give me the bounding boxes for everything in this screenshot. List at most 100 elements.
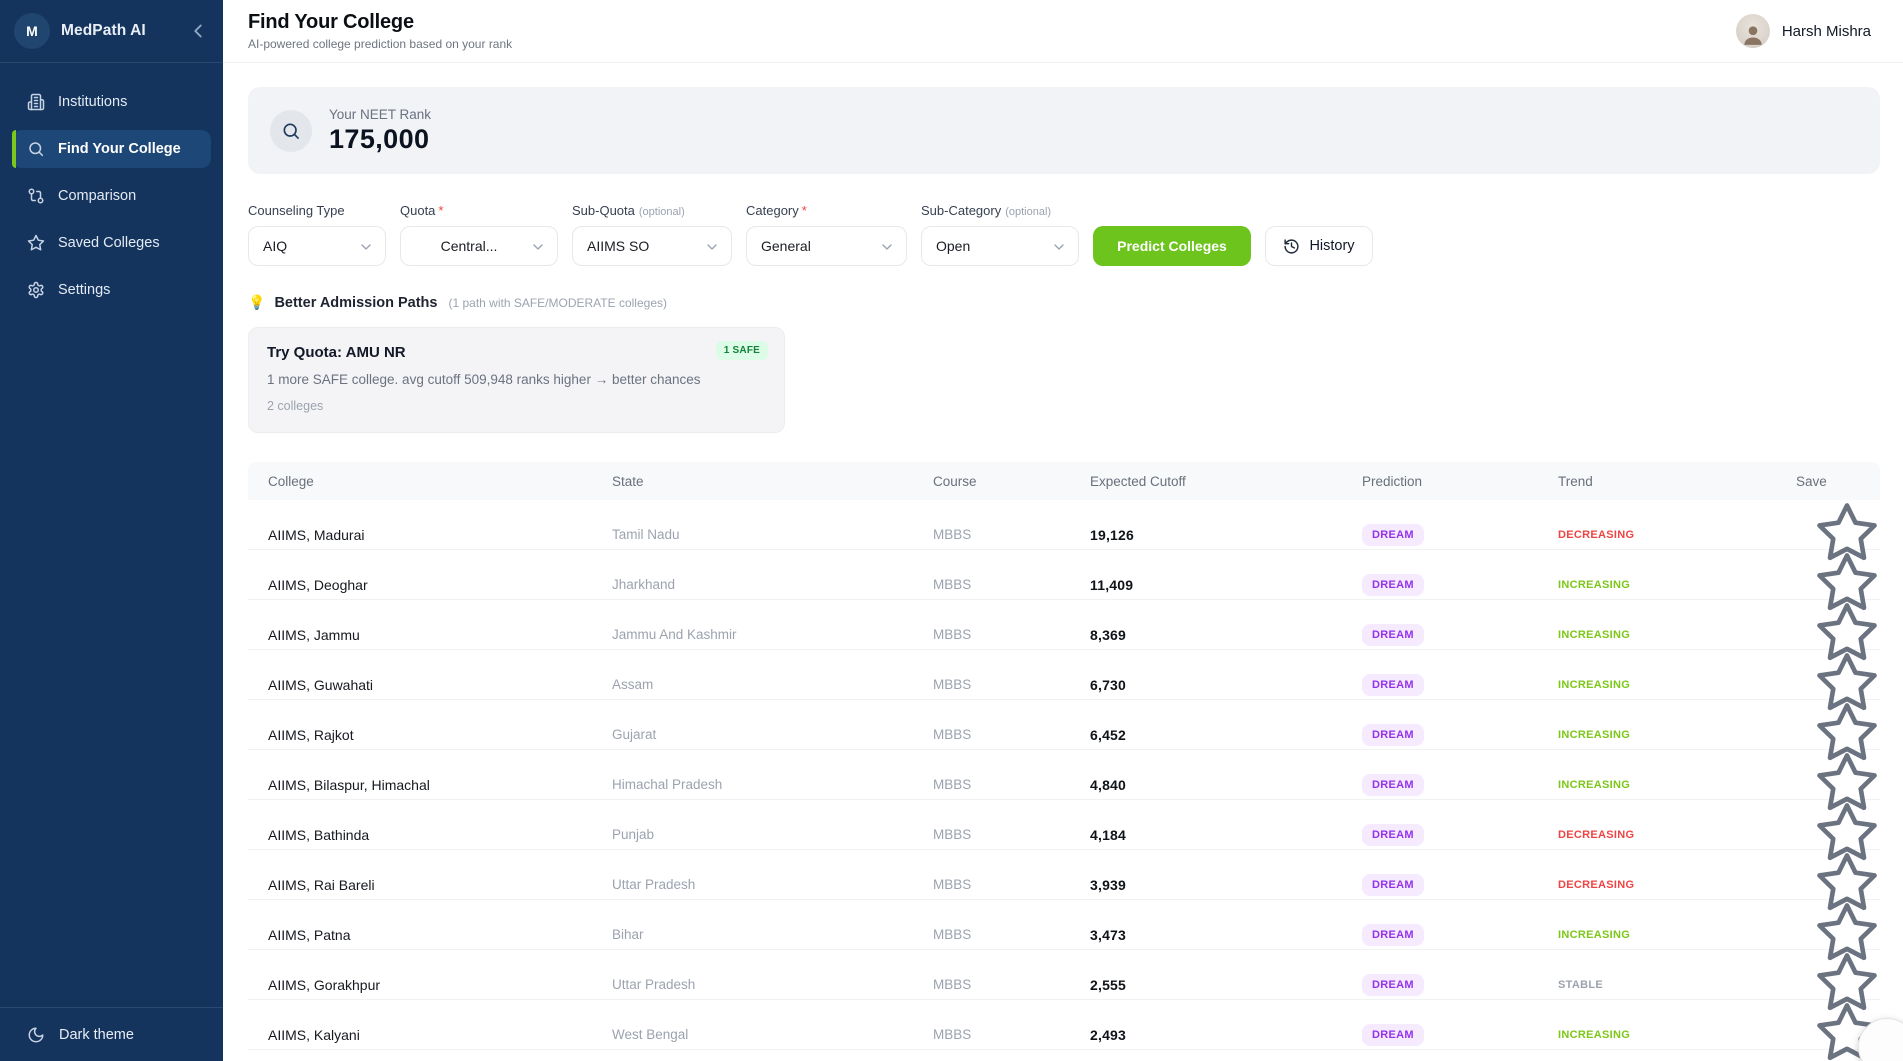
sidebar-collapse-button[interactable] [187, 20, 209, 42]
college-course: MBBS [933, 1027, 1090, 1042]
col-header-expected-cutoff: Expected Cutoff [1090, 474, 1362, 489]
filter-label-sub-quota: Sub-Quota(optional) [572, 203, 732, 218]
history-icon [1283, 238, 1300, 255]
college-course: MBBS [933, 527, 1090, 542]
filters-row: Counseling Type AIQ Quota*Central... Sub-Qu… [248, 203, 1880, 266]
college-course: MBBS [933, 627, 1090, 642]
college-state: Bihar [612, 927, 933, 942]
page-subtitle: AI-powered college prediction based on y… [248, 37, 512, 51]
star-icon [27, 234, 45, 252]
history-button[interactable]: History [1265, 226, 1373, 266]
trend-label: INCREASING [1558, 1029, 1796, 1041]
sidebar-item-settings[interactable]: Settings [12, 271, 211, 309]
college-course: MBBS [933, 927, 1090, 942]
optional-note: (optional) [1005, 206, 1051, 218]
quota-select[interactable]: Central... [400, 226, 558, 266]
college-name: AIIMS, Madurai [248, 527, 612, 543]
college-state: Himachal Pradesh [612, 777, 933, 792]
compare-icon [27, 187, 45, 205]
college-course: MBBS [933, 977, 1090, 992]
table-row[interactable]: AIIMS, Madurai Tamil Nadu MBBS 19,126 DR… [248, 500, 1880, 550]
sub-category-select[interactable]: Open [921, 226, 1079, 266]
expected-cutoff: 3,939 [1090, 877, 1362, 893]
content: Your NEET Rank 175,000 Counseling Type AI… [223, 63, 1903, 1050]
college-course: MBBS [933, 677, 1090, 692]
filter-label-sub-category: Sub-Category(optional) [921, 203, 1079, 218]
filter-field-quota: Quota*Central... [400, 203, 558, 266]
sidebar: M MedPath AI Institutions Find Your Coll… [0, 0, 223, 1061]
expected-cutoff: 4,184 [1090, 827, 1362, 843]
college-course: MBBS [933, 777, 1090, 792]
gear-icon [27, 281, 45, 299]
table-row[interactable]: AIIMS, Gorakhpur Uttar Pradesh MBBS 2,55… [248, 950, 1880, 1000]
page-title: Find Your College [248, 11, 512, 34]
expected-cutoff: 8,369 [1090, 627, 1362, 643]
sidebar-nav: Institutions Find Your College Compariso… [0, 63, 223, 1007]
prediction-badge: DREAM [1362, 724, 1424, 746]
suggestion-description: 1 more SAFE college. avg cutoff 509,948 … [267, 372, 766, 387]
moon-icon [27, 1026, 45, 1044]
college-name: AIIMS, Bilaspur, Himachal [248, 777, 612, 793]
sidebar-item-saved-colleges[interactable]: Saved Colleges [12, 224, 211, 262]
optional-note: (optional) [639, 206, 685, 218]
sidebar-header: M MedPath AI [0, 0, 223, 63]
chevron-down-icon [358, 239, 374, 255]
college-state: Uttar Pradesh [612, 977, 933, 992]
sidebar-item-find-your-college[interactable]: Find Your College [12, 130, 211, 168]
rank-label: Your NEET Rank [329, 107, 431, 122]
trend-label: INCREASING [1558, 679, 1796, 691]
predict-colleges-button[interactable]: Predict Colleges [1093, 226, 1251, 266]
college-name: AIIMS, Kalyani [248, 1027, 612, 1043]
trend-label: STABLE [1558, 979, 1796, 991]
person-icon [1740, 21, 1766, 47]
college-state: Uttar Pradesh [612, 877, 933, 892]
safe-count-badge: 1 SAFE [716, 341, 768, 360]
table-row[interactable]: AIIMS, Patna Bihar MBBS 3,473 DREAM INCR… [248, 900, 1880, 950]
trend-label: DECREASING [1558, 879, 1796, 891]
table-row[interactable]: AIIMS, Rai Bareli Uttar Pradesh MBBS 3,9… [248, 850, 1880, 900]
select-value: General [761, 238, 811, 254]
college-state: Punjab [612, 827, 933, 842]
expected-cutoff: 3,473 [1090, 927, 1362, 943]
table-row[interactable]: AIIMS, Bathinda Punjab MBBS 4,184 DREAM … [248, 800, 1880, 850]
suggestion-colleges-count: 2 colleges [267, 399, 766, 413]
sub-quota-select[interactable]: AIIMS SO [572, 226, 732, 266]
table-row[interactable]: AIIMS, Guwahati Assam MBBS 6,730 DREAM I… [248, 650, 1880, 700]
sidebar-item-institutions[interactable]: Institutions [12, 83, 211, 121]
table-row[interactable]: AIIMS, Kalyani West Bengal MBBS 2,493 DR… [248, 1000, 1880, 1050]
sidebar-item-comparison[interactable]: Comparison [12, 177, 211, 215]
college-course: MBBS [933, 727, 1090, 742]
history-button-label: History [1309, 238, 1354, 254]
college-name: AIIMS, Rai Bareli [248, 877, 612, 893]
filter-label-counseling-type: Counseling Type [248, 203, 386, 218]
required-mark: * [802, 203, 807, 218]
suggestion-card[interactable]: Try Quota: AMU NR 1 SAFE 1 more SAFE col… [248, 327, 785, 433]
table-row[interactable]: AIIMS, Rajkot Gujarat MBBS 6,452 DREAM I… [248, 700, 1880, 750]
user-menu[interactable]: Harsh Mishra [1736, 14, 1871, 48]
prediction-badge: DREAM [1362, 974, 1424, 996]
college-state: Tamil Nadu [612, 527, 933, 542]
expected-cutoff: 4,840 [1090, 777, 1362, 793]
col-header-trend: Trend [1558, 474, 1796, 489]
trend-label: DECREASING [1558, 829, 1796, 841]
college-name: AIIMS, Rajkot [248, 727, 612, 743]
counseling-type-select[interactable]: AIQ [248, 226, 386, 266]
table-row[interactable]: AIIMS, Deoghar Jharkhand MBBS 11,409 DRE… [248, 550, 1880, 600]
college-state: Jammu And Kashmir [612, 627, 933, 642]
prediction-badge: DREAM [1362, 674, 1424, 696]
college-name: AIIMS, Gorakhpur [248, 977, 612, 993]
table-row[interactable]: AIIMS, Bilaspur, Himachal Himachal Prade… [248, 750, 1880, 800]
filter-field-category: Category* General [746, 203, 907, 266]
filter-field-sub-category: Sub-Category(optional) Open [921, 203, 1079, 266]
table-row[interactable]: AIIMS, Jammu Jammu And Kashmir MBBS 8,36… [248, 600, 1880, 650]
college-name: AIIMS, Deoghar [248, 577, 612, 593]
filter-label-category: Category* [746, 203, 907, 218]
results-table: College State Course Expected Cutoff Pre… [248, 462, 1880, 1050]
dark-theme-toggle[interactable]: Dark theme [0, 1007, 223, 1061]
college-state: Assam [612, 677, 933, 692]
col-header-college: College [248, 474, 612, 489]
rank-text: Your NEET Rank 175,000 [329, 107, 431, 155]
chevron-down-icon [704, 239, 720, 255]
college-name: AIIMS, Bathinda [248, 827, 612, 843]
category-select[interactable]: General [746, 226, 907, 266]
